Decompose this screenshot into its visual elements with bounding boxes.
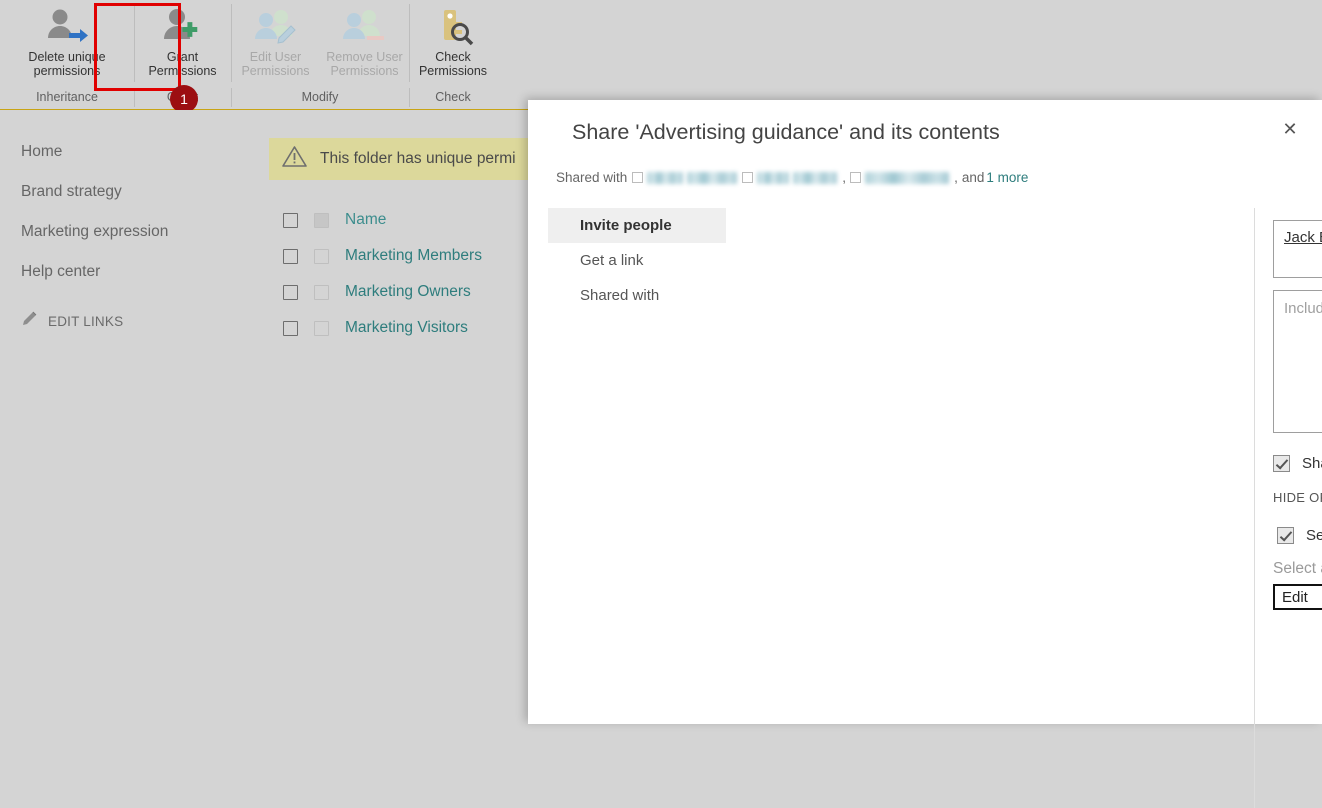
share-everything-label: Share everything in this folder, even it… <box>1302 455 1322 472</box>
edit-links-label: EDIT LINKS <box>48 313 124 329</box>
shared-with-entry-checkbox <box>742 172 754 183</box>
row-name-link[interactable]: Marketing Members <box>345 247 482 265</box>
personal-message-input[interactable]: Include a personal message with this inv… <box>1273 290 1322 433</box>
recipients-input[interactable]: Jack Edward x Amy Thomas x Kim Tae Hyung… <box>1273 220 1322 278</box>
shared-with-entry-checkbox <box>632 172 644 183</box>
close-icon[interactable]: ✕ <box>1274 114 1306 144</box>
share-everything-row: Share everything in this folder, even it… <box>1273 455 1322 472</box>
dialog-vertical-divider <box>1254 208 1255 808</box>
row-name-link[interactable]: Marketing Visitors <box>345 319 468 337</box>
pencil-icon <box>21 310 39 333</box>
header-secondary-checkbox <box>314 212 329 228</box>
redacted-name <box>865 171 950 184</box>
hide-options-link[interactable]: HIDE OPTIONS <box>1273 490 1322 505</box>
row-checkbox[interactable] <box>283 284 298 300</box>
permission-level-label: Select a permission level <box>1273 560 1322 577</box>
permissions-table: Name Marketing Members Marketing Owners … <box>269 202 569 346</box>
shared-with-conjunction: and <box>961 170 985 185</box>
ribbon-group-check: Check Permissions <box>409 0 497 86</box>
ribbon-button-row: Delete unique permissions Grant Permissi… <box>0 0 497 86</box>
row-secondary-checkbox <box>314 248 329 264</box>
sidebar-item-brand-strategy[interactable]: Brand strategy <box>0 176 264 207</box>
row-checkbox[interactable] <box>283 320 298 336</box>
sidebar-item-help-center[interactable]: Help center <box>0 256 264 287</box>
user-plus-icon <box>158 6 208 48</box>
tab-invite-people[interactable]: Invite people <box>548 208 726 243</box>
row-checkbox[interactable] <box>283 248 298 264</box>
delete-unique-permissions-label: Delete unique permissions <box>28 50 106 78</box>
grant-permissions-button[interactable]: Grant Permissions <box>134 0 231 86</box>
shared-with-entry-checkbox <box>850 172 862 183</box>
ribbon-group-label-inheritance: Inheritance <box>36 90 98 104</box>
personal-message-placeholder: Include a personal message with this inv… <box>1284 300 1322 317</box>
share-everything-checkbox[interactable] <box>1273 455 1290 472</box>
ribbon-group-label-check: Check <box>409 86 497 109</box>
check-permissions-label: Check Permissions <box>418 50 488 78</box>
redacted-name <box>647 171 684 184</box>
edit-user-permissions-button[interactable]: Edit User Permissions <box>231 0 320 86</box>
sidebar-nav: Home Brand strategy Marketing expression… <box>0 110 264 724</box>
warning-triangle-icon <box>282 145 307 173</box>
row-name-link[interactable]: Marketing Owners <box>345 283 471 301</box>
shared-with-more-link[interactable]: 1 more <box>986 170 1028 185</box>
row-secondary-checkbox <box>314 320 329 336</box>
remove-user-permissions-label: Remove User Permissions <box>326 50 403 78</box>
table-row: Marketing Members <box>269 238 569 274</box>
dialog-title: Share 'Advertising guidance' and its con… <box>572 120 1000 144</box>
permission-level-value: Edit <box>1282 588 1308 606</box>
table-header-row: Name <box>269 202 569 238</box>
table-row: Marketing Visitors <box>269 310 569 346</box>
send-email-row: Send an email invitation <box>1273 527 1322 544</box>
redacted-name <box>687 171 738 184</box>
sidebar-item-marketing-expression[interactable]: Marketing expression <box>0 216 264 247</box>
shared-with-summary: Shared with , , and 1 more <box>556 170 1028 185</box>
permission-level-select[interactable]: Edit ▾ <box>1273 584 1322 610</box>
select-all-checkbox[interactable] <box>283 212 298 228</box>
users-pencil-icon <box>252 6 300 48</box>
recipient-name[interactable]: Jack Edward <box>1284 229 1322 246</box>
shared-with-entry <box>850 171 950 184</box>
shared-with-label: Shared with <box>556 170 628 185</box>
shared-with-separator: , <box>954 170 958 185</box>
remove-user-permissions-button[interactable]: Remove User Permissions <box>320 0 409 86</box>
share-dialog: Share 'Advertising guidance' and its con… <box>528 100 1322 808</box>
ribbon-group-labels: Inheritance Grant Modify Check <box>0 86 497 109</box>
ribbon-group-inheritance: Delete unique permissions <box>0 0 134 86</box>
edit-links-button[interactable]: EDIT LINKS <box>0 309 264 333</box>
column-header-name: Name <box>345 211 387 228</box>
dialog-tab-list: Invite people Get a link Shared with <box>548 208 726 313</box>
ribbon-toolbar: Delete unique permissions Grant Permissi… <box>0 0 1322 113</box>
shared-with-entry <box>742 171 838 184</box>
check-permissions-button[interactable]: Check Permissions <box>409 0 497 86</box>
shared-with-entry <box>632 171 738 184</box>
row-secondary-checkbox <box>314 284 329 300</box>
ribbon-group-modify: Edit User Permissions Remove User Permis… <box>231 0 409 86</box>
recipient-chip: Jack Edward x <box>1284 229 1322 246</box>
unique-permissions-banner-text: This folder has unique permi <box>320 150 516 167</box>
ribbon-group-label-modify: Modify <box>231 86 409 109</box>
sidebar-item-home[interactable]: Home <box>0 136 264 167</box>
tab-get-a-link[interactable]: Get a link <box>548 243 726 278</box>
edit-user-permissions-label: Edit User Permissions <box>241 50 310 78</box>
redacted-name <box>793 171 838 184</box>
tab-shared-with[interactable]: Shared with <box>548 278 726 313</box>
grant-permissions-label: Grant Permissions <box>148 50 217 78</box>
unique-permissions-banner: This folder has unique permi <box>269 138 569 180</box>
delete-unique-permissions-button[interactable]: Delete unique permissions <box>0 0 134 86</box>
user-arrow-icon <box>45 6 89 48</box>
table-row: Marketing Owners <box>269 274 569 310</box>
send-email-label: Send an email invitation <box>1306 527 1322 544</box>
invite-people-panel: Jack Edward x Amy Thomas x Kim Tae Hyung… <box>1273 220 1322 610</box>
users-minus-icon <box>341 6 389 48</box>
ribbon-group-grant: Grant Permissions <box>134 0 231 86</box>
send-email-checkbox[interactable] <box>1277 527 1294 544</box>
step-badge-1: 1 <box>170 85 198 113</box>
redacted-name <box>757 171 790 184</box>
shared-with-separator: , <box>842 170 847 185</box>
key-magnifier-icon <box>431 6 475 48</box>
